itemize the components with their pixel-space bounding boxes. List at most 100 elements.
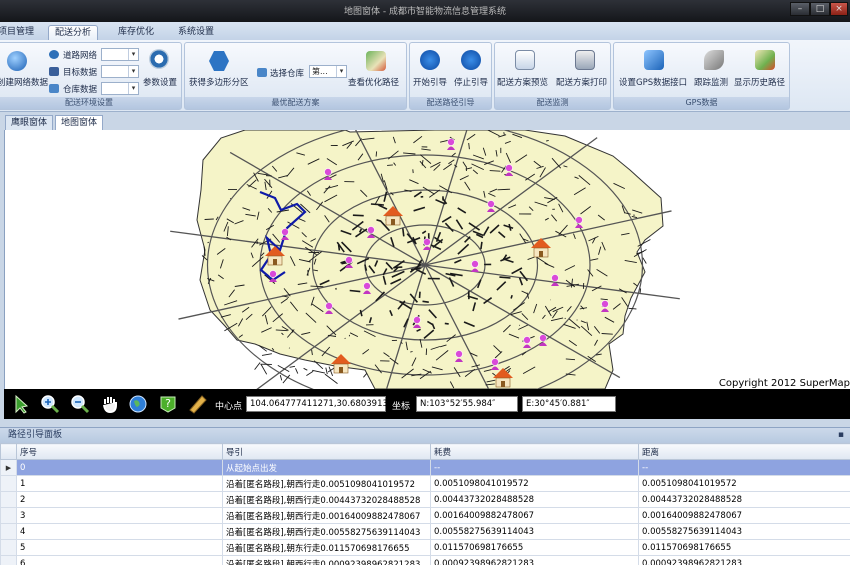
select-arrow-icon[interactable] — [12, 394, 32, 414]
row-selector[interactable] — [0, 507, 17, 524]
cell-cost[interactable]: 0.00164009882478067 — [430, 507, 639, 524]
cell-cost[interactable]: 0.00092398962821283 — [430, 555, 639, 565]
plan-print-button[interactable]: 配送方案打印 — [556, 76, 607, 88]
cell-cost[interactable]: 0.011570698176655 — [430, 539, 639, 556]
cell-cost[interactable]: 0.00558275639114043 — [430, 523, 639, 540]
table-row[interactable]: 4 沿着[匿名路段],朝西行走0.00558275639114043 0.00558… — [0, 523, 850, 540]
minimize-button[interactable]: – — [790, 2, 810, 16]
row-selector[interactable] — [0, 539, 17, 556]
warehouse-data-select[interactable]: ▾ — [101, 82, 139, 95]
street — [289, 365, 296, 368]
table-row[interactable]: ▶ 0 从起始点出发 -- -- — [0, 459, 850, 476]
group-label: GPS数据 — [614, 97, 789, 109]
cell-cost[interactable]: -- — [430, 459, 639, 476]
row-selector-arrow-icon[interactable]: ▶ — [0, 459, 17, 476]
cell-distance[interactable]: 0.00558275639114043 — [638, 523, 850, 540]
table-row[interactable]: 2 沿着[匿名路段],朝西行走0.00443732028488528 0.00443… — [0, 491, 850, 508]
center-point-field[interactable]: 104.064777411271,30.6803913 — [246, 396, 388, 412]
row-selector[interactable] — [0, 475, 17, 492]
maximize-button[interactable]: □ — [810, 2, 830, 16]
tab-delivery-analysis[interactable]: 配送分析 — [48, 25, 99, 40]
play-icon — [420, 50, 440, 70]
track-monitoring-button[interactable]: 跟踪监测 — [694, 76, 728, 88]
pan-hand-icon[interactable] — [100, 394, 120, 414]
tab-system-settings[interactable]: 系统设置 — [172, 25, 220, 40]
map-view[interactable]: Copyright 2012 SuperMap — [4, 130, 850, 389]
cell-distance[interactable]: 0.00092398962821283 — [638, 555, 850, 565]
street — [306, 370, 314, 376]
get-polygon-zones-button[interactable]: 获得多边形分区 — [189, 76, 249, 88]
cell-no[interactable]: 2 — [16, 491, 223, 508]
cell-distance[interactable]: 0.0051098041019572 — [638, 475, 850, 492]
stop-guidance-button[interactable]: 停止引导 — [454, 76, 488, 88]
table-row[interactable]: 1 沿着[匿名路段],朝西行走0.0051098041019572 0.005109… — [0, 475, 850, 492]
parameter-settings-button[interactable]: 参数设置 — [143, 76, 177, 88]
tab-inventory-optimization[interactable]: 库存优化 — [112, 25, 160, 40]
panel-pin-icon[interactable]: ▪ — [838, 428, 844, 443]
build-network-button[interactable]: 创建网络数据 — [0, 76, 48, 88]
column-header-cost[interactable]: 耗费 — [430, 443, 639, 460]
cell-guide[interactable]: 沿着[匿名路段],朝西行走0.00092398962821283 — [222, 555, 431, 565]
street — [418, 291, 421, 299]
cell-no[interactable]: 1 — [16, 475, 223, 492]
cell-guide[interactable]: 从起始点出发 — [222, 459, 431, 476]
street — [325, 367, 328, 375]
start-guidance-button[interactable]: 开始引导 — [413, 76, 447, 88]
street — [444, 322, 449, 325]
target-data-select[interactable]: ▾ — [101, 65, 139, 78]
cell-no[interactable]: 3 — [16, 507, 223, 524]
column-header-distance[interactable]: 距离 — [638, 443, 850, 460]
cell-no[interactable]: 4 — [16, 523, 223, 540]
table-row[interactable]: 3 沿着[匿名路段],朝西行走0.00164009882478067 0.00164… — [0, 507, 850, 524]
warehouse-select[interactable]: 第... ▾ — [309, 65, 347, 78]
column-header-no[interactable]: 序号 — [16, 443, 223, 460]
guidance-table: 序号 导引 耗费 距离 ▶ 0 从起始点出发 -- -- 1 沿着[匿名路段],朝西行走0.… — [0, 443, 850, 565]
coordinate-e-field[interactable]: E:30°45′0.881″ — [522, 396, 616, 412]
cell-guide[interactable]: 沿着[匿名路段],朝西行走0.00558275639114043 — [222, 523, 431, 540]
city-map[interactable] — [5, 130, 850, 389]
cell-guide[interactable]: 沿着[匿名路段],朝东行走0.011570698176655 — [222, 539, 431, 556]
measure-ruler-icon[interactable] — [188, 394, 208, 414]
tab-eagle-eye-window[interactable]: 鹰眼窗体 — [5, 115, 54, 130]
chevron-down-icon: ▾ — [128, 83, 138, 94]
cell-no[interactable]: 5 — [16, 539, 223, 556]
column-header-guide[interactable]: 导引 — [222, 443, 431, 460]
show-history-path-button[interactable]: 显示历史路径 — [734, 76, 785, 88]
help-query-icon[interactable]: ? — [158, 394, 178, 414]
row-selector[interactable] — [0, 523, 17, 540]
target-data-icon — [49, 67, 59, 76]
row-selector[interactable] — [0, 491, 17, 508]
zoom-in-icon[interactable] — [40, 394, 60, 414]
cell-distance[interactable]: 0.00443732028488528 — [638, 491, 850, 508]
close-button[interactable]: × — [830, 2, 848, 16]
tab-project-management[interactable]: 项目管理 — [0, 25, 40, 40]
globe-full-extent-icon[interactable] — [128, 394, 148, 414]
road-network-select[interactable]: ▾ — [101, 48, 139, 61]
cell-distance[interactable]: -- — [638, 459, 850, 476]
view-optimized-path-button[interactable]: 查看优化路径 — [348, 76, 399, 88]
printer-icon — [575, 50, 595, 70]
group-optimal-delivery: 获得多边形分区 选择仓库 第... ▾ 查看优化路径 最优配送方案 — [184, 42, 407, 110]
group-label: 配送监测 — [495, 97, 610, 109]
street — [349, 289, 361, 293]
cell-cost[interactable]: 0.00443732028488528 — [430, 491, 639, 508]
cell-distance[interactable]: 0.011570698176655 — [638, 539, 850, 556]
cell-guide[interactable]: 沿着[匿名路段],朝西行走0.0051098041019572 — [222, 475, 431, 492]
cell-no[interactable]: 0 — [16, 459, 223, 476]
table-row[interactable]: 5 沿着[匿名路段],朝东行走0.011570698176655 0.0115706… — [0, 539, 850, 556]
tab-map-window[interactable]: 地图窗体 — [55, 115, 104, 130]
cell-distance[interactable]: 0.00164009882478067 — [638, 507, 850, 524]
cell-cost[interactable]: 0.0051098041019572 — [430, 475, 639, 492]
plan-preview-button[interactable]: 配送方案预览 — [497, 76, 548, 88]
cell-no[interactable]: 6 — [16, 555, 223, 565]
coordinate-n-field[interactable]: N:103°52′55.984″ — [416, 396, 518, 412]
delivery-pin-icon — [471, 260, 479, 272]
group-delivery-monitoring: 配送方案预览 配送方案打印 配送监测 — [494, 42, 611, 110]
table-row[interactable]: 6 沿着[匿名路段],朝西行走0.00092398962821283 0.00092… — [0, 555, 850, 565]
cell-guide[interactable]: 沿着[匿名路段],朝西行走0.00443732028488528 — [222, 491, 431, 508]
set-gps-interface-button[interactable]: 设置GPS数据接口 — [619, 76, 687, 88]
row-selector[interactable] — [0, 555, 17, 565]
row-header-corner — [0, 443, 17, 460]
zoom-out-icon[interactable] — [70, 394, 90, 414]
cell-guide[interactable]: 沿着[匿名路段],朝西行走0.00164009882478067 — [222, 507, 431, 524]
